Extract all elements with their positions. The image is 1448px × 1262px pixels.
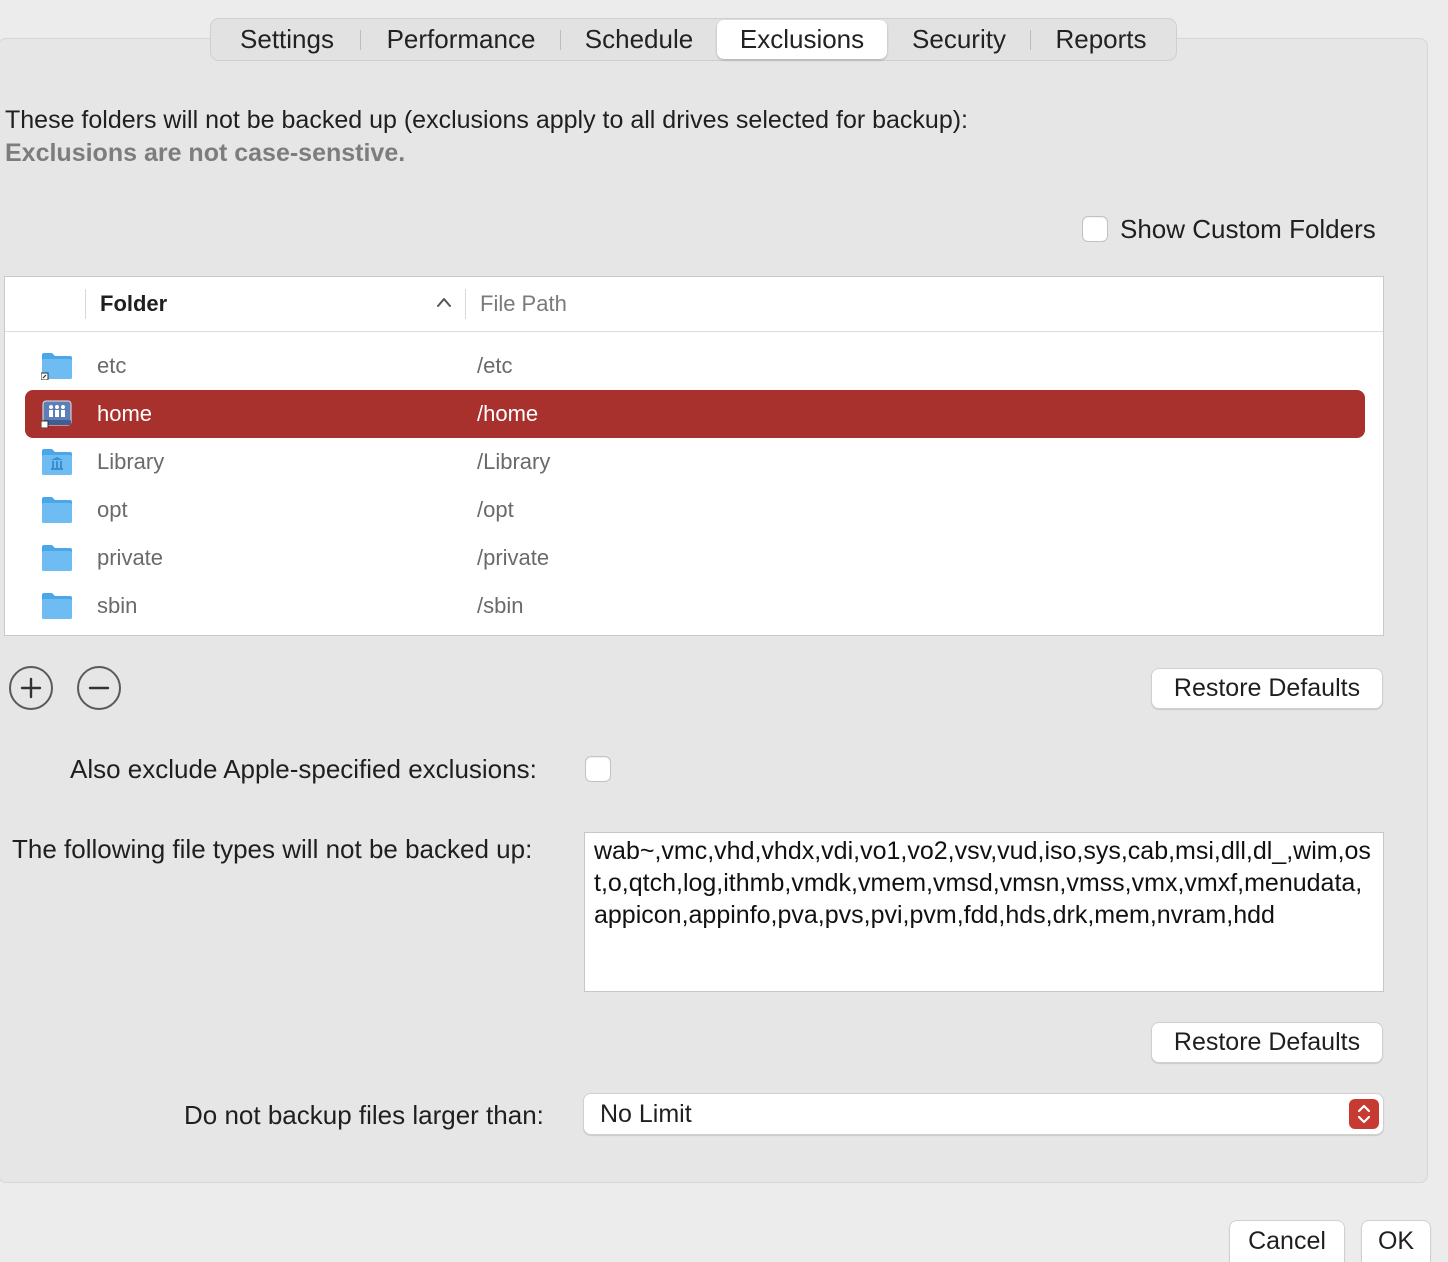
folder-path: /home: [477, 401, 539, 426]
table-row[interactable]: Library /Library: [25, 438, 1365, 486]
apple-exclusions-label: Also exclude Apple-specified exclusions:: [70, 754, 537, 784]
excluded-folders-table: Folder File Path etc /etc home /home Lib…: [4, 276, 1384, 636]
restore-defaults-file-types-button[interactable]: Restore Defaults: [1151, 1022, 1383, 1063]
table-row[interactable]: private /private: [25, 534, 1365, 582]
ok-button[interactable]: OK: [1361, 1220, 1431, 1262]
folder-icon: [42, 545, 72, 571]
folder-path: /Library: [477, 449, 551, 474]
cancel-button[interactable]: Cancel: [1229, 1220, 1345, 1262]
folder-icon: [42, 497, 72, 523]
folder-path: /sbin: [477, 593, 524, 618]
folder-name: sbin: [97, 593, 138, 618]
case-sensitivity-note: Exclusions are not case-senstive.: [5, 139, 406, 167]
remove-folder-button[interactable]: [77, 666, 121, 710]
select-stepper[interactable]: [1349, 1099, 1379, 1129]
size-limit-label: Do not backup files larger than:: [184, 1100, 544, 1130]
chevron-up-down-icon: [1357, 1104, 1371, 1124]
tab-schedule[interactable]: Schedule: [561, 20, 717, 59]
exclusions-description: These folders will not be backed up (exc…: [5, 106, 969, 134]
tab-reports[interactable]: Reports: [1031, 20, 1171, 59]
show-custom-folders-label: Show Custom Folders: [1120, 214, 1376, 244]
folder-name: etc: [97, 353, 127, 378]
minus-icon: [88, 686, 110, 690]
tab-settings[interactable]: Settings: [213, 20, 361, 59]
table-row[interactable]: etc /etc: [25, 342, 1365, 390]
tab-exclusions[interactable]: Exclusions: [717, 20, 887, 59]
tab-bar: Settings Performance Schedule Exclusions…: [210, 18, 1177, 61]
apple-exclusions-checkbox[interactable]: [585, 756, 611, 782]
folder-name: private: [97, 545, 164, 570]
restore-defaults-folders-button[interactable]: Restore Defaults: [1151, 668, 1383, 709]
file-types-label: The following file types will not be bac…: [12, 834, 533, 864]
folder-path: /opt: [477, 497, 514, 522]
tab-performance[interactable]: Performance: [361, 20, 561, 59]
library-folder-icon: [42, 449, 72, 475]
sort-ascending-icon[interactable]: [435, 295, 453, 309]
folder-icon: [42, 593, 72, 619]
plus-icon: [20, 677, 42, 699]
column-separator: [85, 289, 86, 319]
size-limit-select[interactable]: No Limit: [583, 1093, 1384, 1135]
table-row-selected[interactable]: home /home: [25, 390, 1365, 438]
column-separator: [465, 289, 466, 319]
folder-name: home: [97, 401, 153, 426]
folder-path: /private: [477, 545, 550, 570]
size-limit-value: No Limit: [600, 1100, 692, 1128]
table-header: Folder File Path: [5, 277, 1383, 332]
column-header-file-path[interactable]: File Path: [480, 291, 567, 317]
column-header-folder[interactable]: Folder: [100, 291, 167, 317]
home-drive-icon: [41, 400, 72, 428]
folder-alias-icon: [41, 353, 72, 380]
folder-name: opt: [97, 497, 128, 522]
table-row[interactable]: opt /opt: [25, 486, 1365, 534]
folder-path: /etc: [477, 353, 513, 378]
folder-name: Library: [97, 449, 165, 474]
show-custom-folders-checkbox[interactable]: [1082, 216, 1108, 242]
add-folder-button[interactable]: [9, 666, 53, 710]
table-row[interactable]: sbin /sbin: [25, 582, 1365, 630]
tab-security[interactable]: Security: [887, 20, 1031, 59]
file-types-textarea[interactable]: wab~,vmc,vhd,vhdx,vdi,vo1,vo2,vsv,vud,is…: [584, 832, 1384, 992]
